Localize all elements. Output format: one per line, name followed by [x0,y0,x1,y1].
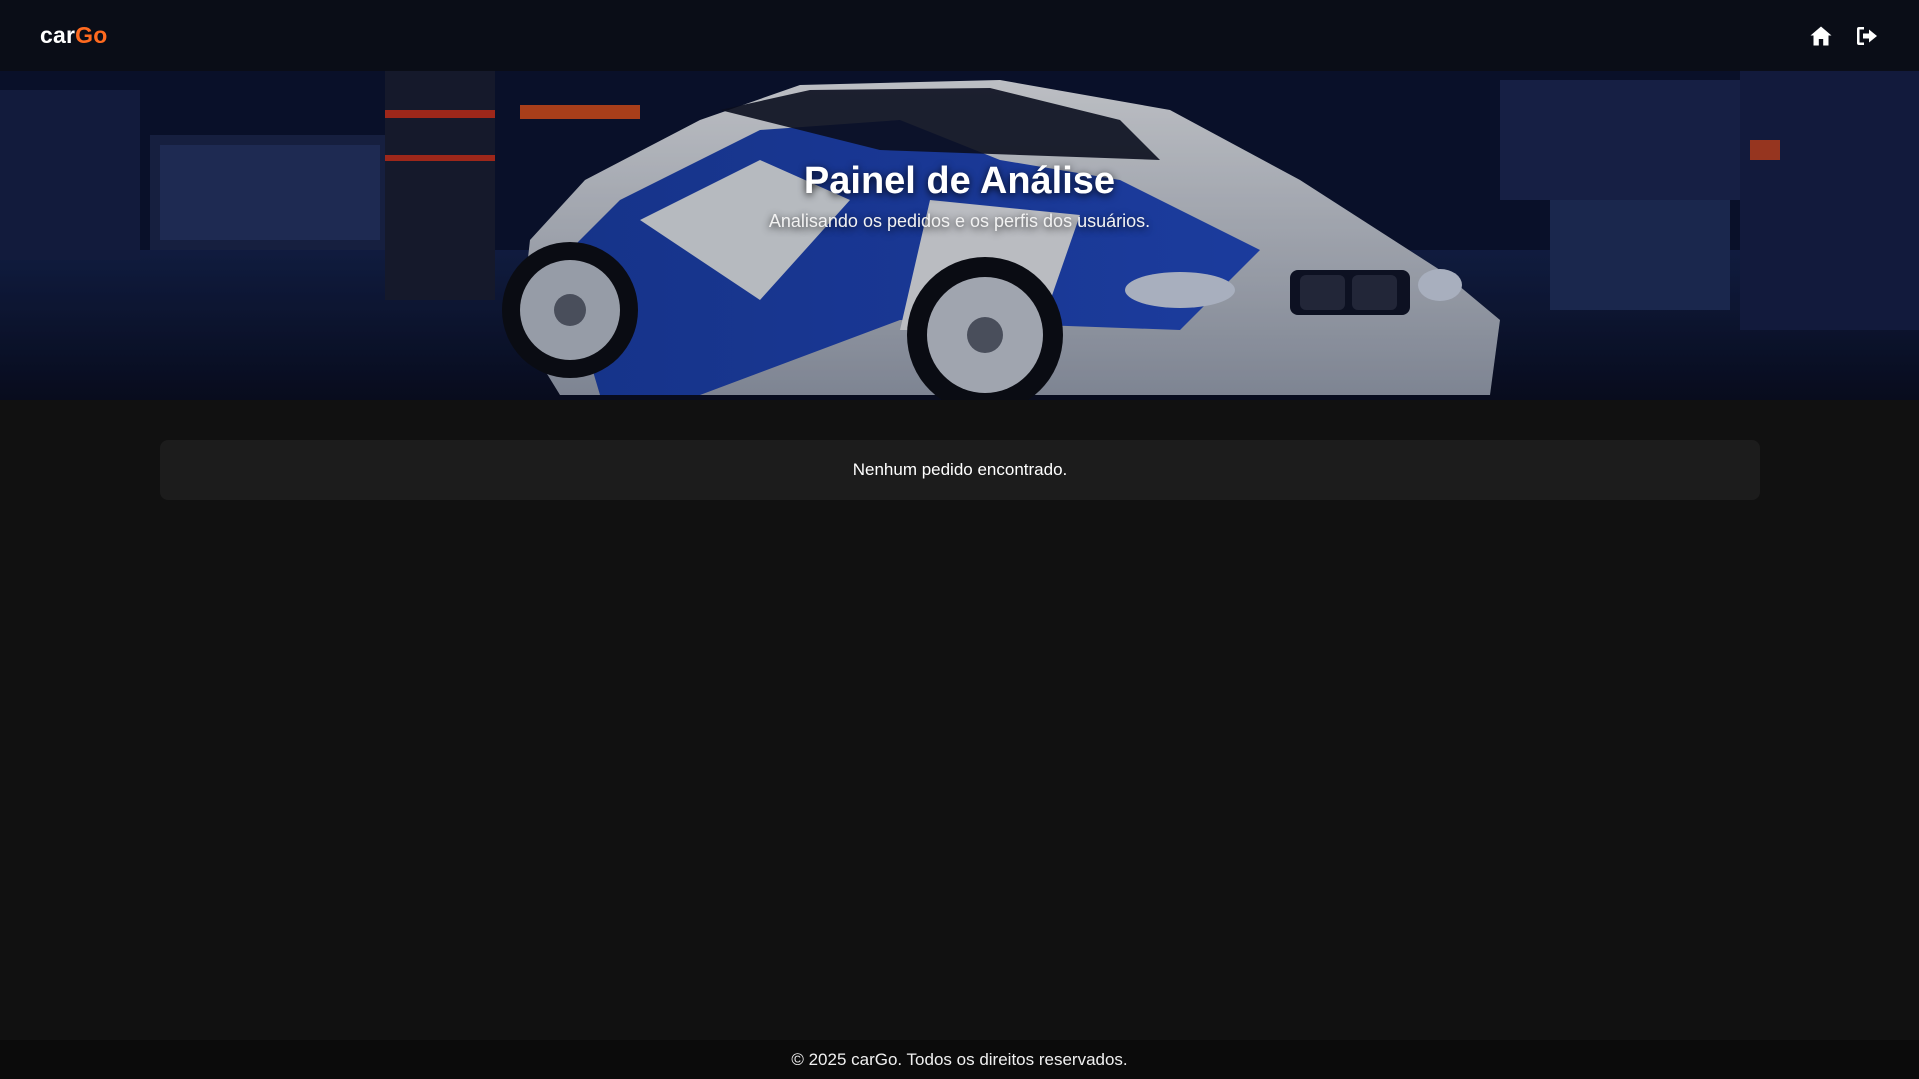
nav-actions [1809,24,1879,48]
top-navbar: carGo [0,0,1919,71]
logout-button[interactable] [1855,24,1879,48]
sign-out-icon [1857,26,1877,45]
footer-copyright: © 2025 carGo. Todos os direitos reservad… [791,1049,1128,1069]
logo-text-car: car [40,22,76,48]
empty-message: Nenhum pedido encontrado. [852,460,1068,479]
page-footer: © 2025 carGo. Todos os direitos reservad… [0,1040,1919,1079]
orders-empty-state: Nenhum pedido encontrado. [160,440,1760,500]
logo-text-go: Go [75,22,108,48]
hero-text: Painel de Análise Analisando os pedidos … [0,160,1919,232]
home-icon [1810,26,1832,45]
home-button[interactable] [1809,24,1833,48]
brand-logo[interactable]: carGo [40,22,107,49]
page-subtitle: Analisando os pedidos e os perfis dos us… [768,211,1151,231]
page-title: Painel de Análise [803,160,1116,202]
